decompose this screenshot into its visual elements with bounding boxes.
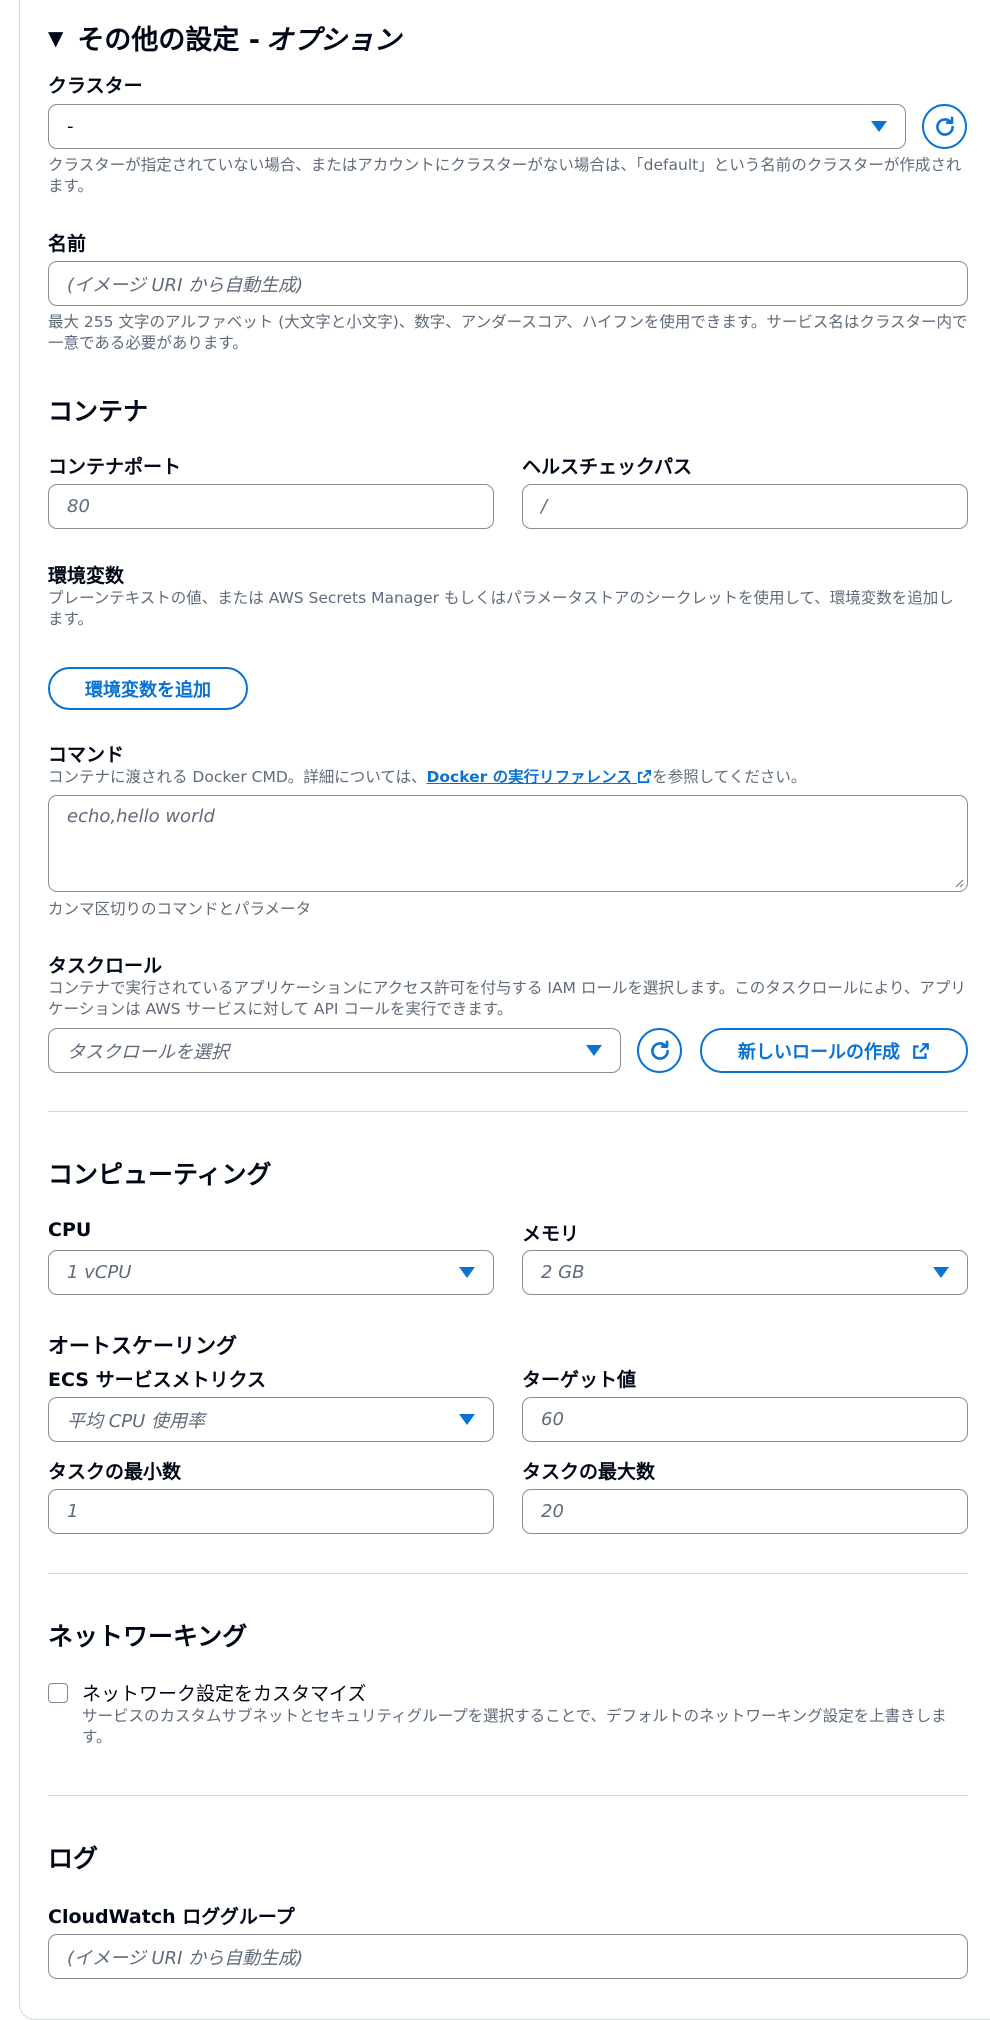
customize-network-checkbox[interactable]: [48, 1683, 68, 1703]
health-check-label: ヘルスチェックパス: [522, 456, 693, 478]
command-desc-prefix: コンテナに渡される Docker CMD。詳細については、: [48, 768, 427, 786]
cpu-label: CPU: [48, 1219, 92, 1241]
log-group-input[interactable]: (イメージ URI から自動生成): [48, 1934, 968, 1979]
target-value-label: ターゲット値: [522, 1369, 637, 1391]
refresh-icon: [935, 115, 954, 136]
dropdown-arrow-icon: [586, 1045, 602, 1056]
min-tasks-input[interactable]: 1: [48, 1489, 494, 1534]
container-port-input[interactable]: 80: [48, 484, 494, 529]
env-label: 環境変数: [48, 565, 125, 587]
docker-reference-link[interactable]: Docker の実行リファレンス: [427, 768, 653, 786]
customize-network-label[interactable]: ネットワーク設定をカスタマイズ: [82, 1679, 366, 1706]
divider: [48, 1573, 968, 1574]
max-tasks-label: タスクの最大数: [522, 1461, 656, 1483]
command-description: コンテナに渡される Docker CMD。詳細については、Docker の実行リ…: [48, 767, 968, 788]
customize-network-description: サービスのカスタムサブネットとセキュリティグループを選択することで、デフォルトの…: [82, 1707, 947, 1746]
create-role-label: 新しいロールの作成: [738, 1041, 900, 1063]
log-group-label: CloudWatch ロググループ: [48, 1906, 295, 1928]
container-heading: コンテナ: [48, 397, 149, 426]
memory-select[interactable]: 2 GB: [522, 1250, 968, 1295]
task-role-label: タスクロール: [48, 955, 163, 977]
memory-select-value: 2 GB: [541, 1262, 585, 1283]
networking-heading: ネットワーキング: [48, 1622, 248, 1651]
command-textarea[interactable]: echo,hello world: [48, 795, 968, 892]
task-role-refresh-button[interactable]: [637, 1028, 682, 1073]
cluster-select[interactable]: -: [48, 104, 906, 149]
task-role-select[interactable]: タスクロールを選択: [48, 1028, 621, 1073]
cluster-select-value: -: [67, 116, 74, 137]
add-env-button[interactable]: 環境変数を追加: [48, 667, 248, 710]
command-label: コマンド: [48, 744, 125, 766]
section-header[interactable]: ▼ その他の設定 - オプション: [48, 18, 401, 57]
external-link-icon: [638, 769, 652, 784]
dropdown-arrow-icon: [871, 121, 887, 132]
target-value-input[interactable]: 60: [522, 1397, 968, 1442]
task-role-description: コンテナで実行されているアプリケーションにアクセス許可を付与する IAM ロール…: [48, 979, 966, 1018]
divider: [48, 1111, 968, 1112]
command-hint: カンマ区切りのコマンドとパラメータ: [48, 900, 312, 918]
dropdown-arrow-icon: [459, 1414, 475, 1425]
divider: [48, 1795, 968, 1796]
cluster-refresh-button[interactable]: [922, 104, 967, 149]
command-desc-suffix: を参照してください。: [652, 768, 807, 786]
dropdown-arrow-icon: [933, 1267, 949, 1278]
container-port-label: コンテナポート: [48, 456, 182, 478]
metric-select[interactable]: 平均 CPU 使用率: [48, 1397, 494, 1442]
refresh-icon: [650, 1039, 669, 1060]
metric-placeholder: 平均 CPU 使用率: [67, 1410, 206, 1432]
metric-label: ECS サービスメトリクス: [48, 1369, 267, 1391]
optional-label: オプション: [266, 25, 401, 56]
cpu-select[interactable]: 1 vCPU: [48, 1250, 494, 1295]
memory-label: メモリ: [522, 1223, 580, 1245]
caret-down-icon: ▼: [48, 25, 64, 50]
compute-heading: コンピューティング: [48, 1160, 272, 1189]
name-description: 最大 255 文字のアルファベット (大文字と小文字)、数字、アンダースコア、ハ…: [48, 313, 968, 352]
external-link-icon: [913, 1042, 929, 1059]
cluster-description: クラスターが指定されていない場合、またはアカウントにクラスターがない場合は、「d…: [48, 156, 962, 195]
autoscaling-heading: オートスケーリング: [48, 1334, 237, 1358]
health-check-input[interactable]: /: [522, 484, 968, 529]
create-role-button[interactable]: 新しいロールの作成: [700, 1028, 968, 1073]
min-tasks-label: タスクの最小数: [48, 1461, 182, 1483]
task-role-placeholder: タスクロールを選択: [67, 1041, 229, 1063]
name-label: 名前: [48, 233, 87, 255]
cluster-label: クラスター: [48, 75, 143, 97]
section-title: その他の設定 -: [77, 25, 260, 56]
name-input[interactable]: (イメージ URI から自動生成): [48, 261, 968, 306]
env-description: プレーンテキストの値、または AWS Secrets Manager もしくはパ…: [48, 589, 954, 628]
cpu-select-value: 1 vCPU: [67, 1262, 132, 1283]
resize-handle-icon[interactable]: [952, 876, 964, 888]
max-tasks-input[interactable]: 20: [522, 1489, 968, 1534]
command-placeholder: echo,hello world: [67, 806, 215, 827]
logs-heading: ログ: [48, 1844, 99, 1873]
docker-reference-link-text: Docker の実行リファレンス: [426, 768, 632, 786]
dropdown-arrow-icon: [459, 1267, 475, 1278]
